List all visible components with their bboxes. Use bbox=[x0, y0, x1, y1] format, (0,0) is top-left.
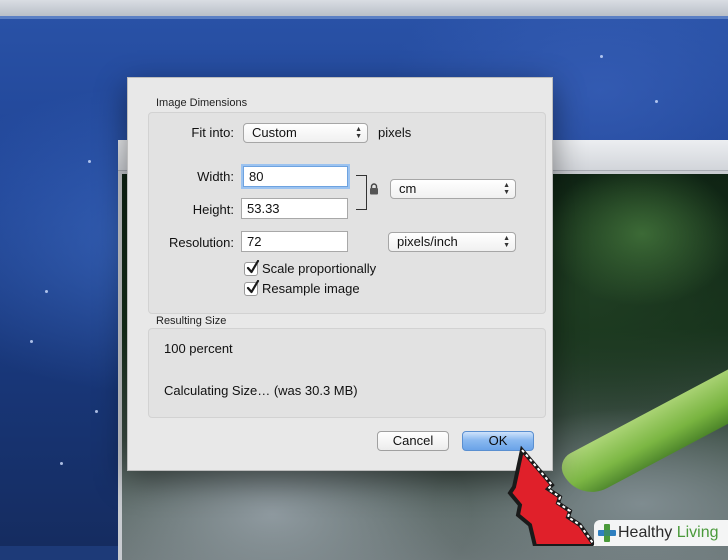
menu-bar bbox=[0, 0, 728, 16]
size-status-text: Calculating Size… (was 30.3 MB) bbox=[164, 383, 358, 398]
star-decoration bbox=[60, 462, 63, 465]
star-decoration bbox=[655, 100, 658, 103]
star-decoration bbox=[95, 410, 98, 413]
constrain-bracket bbox=[356, 175, 367, 210]
height-label: Height: bbox=[192, 202, 234, 217]
size-unit-value: cm bbox=[399, 181, 417, 196]
resolution-unit-value: pixels/inch bbox=[397, 234, 458, 249]
star-decoration bbox=[88, 160, 91, 163]
cancel-button[interactable]: Cancel bbox=[377, 431, 449, 451]
checkmark-icon bbox=[246, 260, 260, 274]
fit-into-select[interactable]: Custom ▲ ▼ bbox=[243, 123, 368, 143]
updown-arrows-icon: ▲ ▼ bbox=[503, 182, 510, 196]
lock-icon[interactable] bbox=[369, 183, 379, 198]
scale-proportionally-checkbox[interactable] bbox=[244, 260, 260, 276]
image-dimensions-heading: Image Dimensions bbox=[156, 97, 248, 109]
percent-text: 100 percent bbox=[164, 341, 233, 356]
star-decoration bbox=[45, 290, 48, 293]
fit-into-value: Custom bbox=[252, 125, 297, 140]
star-decoration bbox=[600, 55, 603, 58]
healthy-living-logo: Healthy Living bbox=[594, 520, 728, 546]
fit-into-label: Fit into: bbox=[191, 125, 234, 140]
scale-proportionally-checkbox-row[interactable]: Scale proportionally bbox=[244, 260, 414, 278]
updown-arrows-icon: ▲ ▼ bbox=[503, 235, 510, 249]
updown-arrows-icon: ▲ ▼ bbox=[355, 126, 362, 140]
menu-bar-divider bbox=[0, 16, 728, 19]
logo-text: Healthy Living bbox=[618, 523, 719, 543]
size-unit-select[interactable]: cm ▲ ▼ bbox=[390, 179, 516, 199]
resolution-unit-select[interactable]: pixels/inch ▲ ▼ bbox=[388, 232, 516, 252]
resolution-label: Resolution: bbox=[168, 235, 234, 250]
resample-image-label: Resample image bbox=[262, 281, 360, 296]
logo-text-part1: Healthy bbox=[618, 524, 673, 541]
logo-text-part2: Living bbox=[672, 524, 719, 541]
resulting-size-heading: Resulting Size bbox=[156, 315, 227, 327]
scale-proportionally-label: Scale proportionally bbox=[262, 261, 377, 276]
width-field[interactable]: 80 bbox=[243, 166, 348, 187]
resample-image-checkbox[interactable] bbox=[244, 280, 260, 296]
height-field[interactable]: 53.33 bbox=[241, 198, 348, 219]
health-cross-icon bbox=[598, 524, 616, 542]
image-size-dialog: Image Dimensions Fit into: Custom ▲ ▼ pix… bbox=[127, 77, 553, 471]
fit-into-unit-label: pixels bbox=[378, 125, 412, 140]
width-label: Width: bbox=[197, 169, 234, 184]
checkmark-icon bbox=[246, 280, 260, 294]
star-decoration bbox=[30, 340, 33, 343]
resolution-field[interactable]: 72 bbox=[241, 231, 348, 252]
resample-image-checkbox-row[interactable]: Resample image bbox=[244, 280, 414, 298]
